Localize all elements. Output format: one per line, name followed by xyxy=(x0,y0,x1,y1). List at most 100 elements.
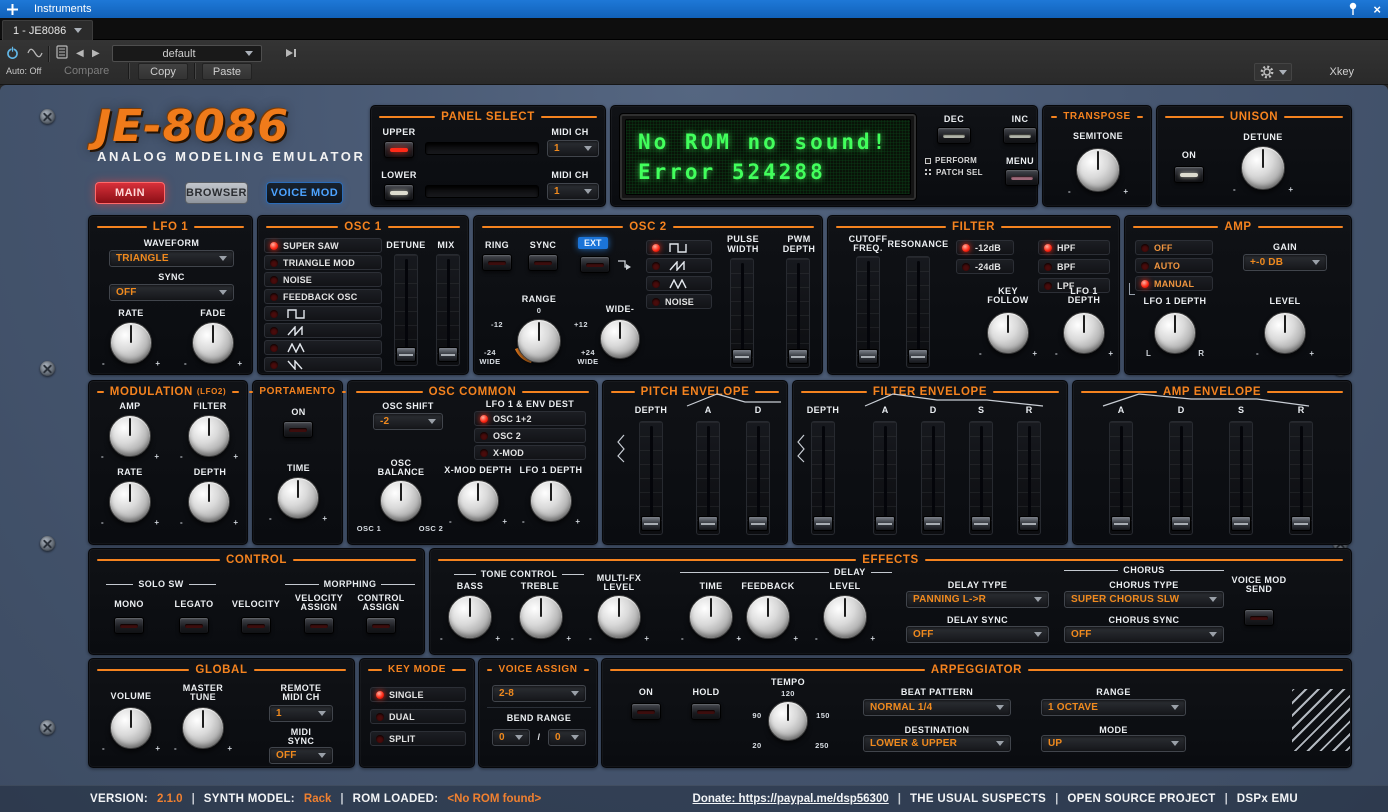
filter-bpf-option[interactable]: BPF xyxy=(1038,259,1110,274)
next-preset-button[interactable]: ▶ xyxy=(92,48,100,59)
amp-env-attack-fader[interactable] xyxy=(1109,421,1133,535)
filter-12db-option[interactable]: -12dB xyxy=(956,240,1014,255)
osc2-pulse-width-fader[interactable] xyxy=(730,258,754,368)
amp-env-release-fader[interactable] xyxy=(1289,421,1313,535)
arp-on-button[interactable] xyxy=(631,703,661,720)
legato-button[interactable] xyxy=(179,617,209,634)
instrument-tab[interactable]: 1 - JE8086 xyxy=(2,20,94,40)
settings-button[interactable] xyxy=(1254,63,1292,81)
amp-env-decay-fader[interactable] xyxy=(1169,421,1193,535)
beat-pattern-select[interactable]: NORMAL 1/4 xyxy=(863,699,1011,716)
filter-24db-option[interactable]: -24dB xyxy=(956,259,1014,274)
amp-auto-option[interactable]: AUTO xyxy=(1135,258,1213,273)
osc2-noise-option[interactable]: NOISE xyxy=(646,294,712,309)
osc1-detune-fader[interactable] xyxy=(394,254,418,366)
preset-file-icon[interactable] xyxy=(56,45,68,59)
filter-key-follow-knob[interactable]: - + xyxy=(979,312,1037,358)
compare-button[interactable]: Compare xyxy=(64,65,109,77)
osc1-ramp-wave-option[interactable] xyxy=(264,357,382,372)
bend-range-up-select[interactable]: 0 xyxy=(548,729,586,746)
preset-select[interactable]: default xyxy=(112,45,262,62)
xmod-depth-knob[interactable]: - + xyxy=(449,480,507,526)
osc2-saw-wave-option[interactable] xyxy=(646,258,712,273)
dest-osc2-option[interactable]: OSC 2 xyxy=(474,428,586,443)
arp-range-select[interactable]: 1 OCTAVE xyxy=(1041,699,1186,716)
lfo1-rate-knob[interactable]: - + xyxy=(102,322,160,368)
osc2-pwm-depth-fader[interactable] xyxy=(786,258,810,368)
control-assign-button[interactable] xyxy=(366,617,396,634)
patch-sel-mode-indicator[interactable]: PATCH SEL xyxy=(925,168,983,177)
bass-knob[interactable]: - + xyxy=(440,595,500,643)
osc-shift-select[interactable]: -2 xyxy=(373,413,443,430)
paste-button[interactable]: Paste xyxy=(202,63,252,80)
dest-xmod-option[interactable]: X-MOD xyxy=(474,445,586,460)
osc1-super-saw-option[interactable]: SUPER SAW xyxy=(264,238,382,253)
tab-browser[interactable]: BROWSER xyxy=(185,182,248,204)
pitch-env-attack-fader[interactable] xyxy=(696,421,720,535)
perform-mode-indicator[interactable]: PERFORM xyxy=(925,156,977,165)
voice-mod-send-button[interactable] xyxy=(1244,609,1274,626)
osc1-triangle-wave-option[interactable] xyxy=(264,340,382,355)
osc-balance-knob[interactable] xyxy=(380,480,422,522)
voice-assign-select[interactable]: 2-8 xyxy=(492,685,586,702)
arp-tempo-knob[interactable] xyxy=(768,701,808,741)
osc1-mix-fader[interactable] xyxy=(436,254,460,366)
transpose-semitone-knob[interactable]: - + xyxy=(1068,148,1128,196)
osc2-range-knob[interactable] xyxy=(517,319,561,363)
lower-midi-ch-select[interactable]: 1 xyxy=(547,183,599,200)
tab-voice-mod[interactable]: VOICE MOD xyxy=(266,182,343,204)
key-mode-dual-option[interactable]: DUAL xyxy=(370,709,466,724)
unison-on-button[interactable] xyxy=(1174,166,1204,183)
osc1-square-wave-option[interactable] xyxy=(264,306,382,321)
bend-range-down-select[interactable]: 0 xyxy=(492,729,530,746)
remote-midi-ch-select[interactable]: 1 xyxy=(269,705,333,722)
osc2-triangle-wave-option[interactable] xyxy=(646,276,712,291)
filter-env-release-fader[interactable] xyxy=(1017,421,1041,535)
amp-env-sustain-fader[interactable] xyxy=(1229,421,1253,535)
velocity-assign-button[interactable] xyxy=(304,617,334,634)
osc2-wide-knob[interactable] xyxy=(600,319,640,359)
mod-depth-knob[interactable]: - + xyxy=(180,481,238,527)
wave-icon[interactable] xyxy=(27,48,43,58)
prev-preset-button[interactable]: ◀ xyxy=(76,48,84,59)
midi-sync-select[interactable]: OFF xyxy=(269,747,333,764)
tab-main[interactable]: MAIN xyxy=(95,182,165,204)
delay-time-knob[interactable]: - + xyxy=(681,595,741,643)
ext-button[interactable] xyxy=(580,256,610,273)
chorus-type-select[interactable]: SUPER CHORUS SLW xyxy=(1064,591,1224,608)
amp-lfo1-depth-knob[interactable]: LR xyxy=(1146,312,1204,358)
filter-env-attack-fader[interactable] xyxy=(873,421,897,535)
portamento-time-knob[interactable]: - + xyxy=(269,477,327,523)
unison-detune-knob[interactable]: - + xyxy=(1233,146,1293,194)
lfo1-waveform-select[interactable]: TRIANGLE xyxy=(109,250,234,267)
delay-sync-select[interactable]: OFF xyxy=(906,626,1049,643)
upper-midi-ch-select[interactable]: 1 xyxy=(547,140,599,157)
filter-lfo1-depth-knob[interactable]: - + xyxy=(1055,312,1113,358)
skip-end-icon[interactable] xyxy=(284,47,298,59)
filter-env-depth-fader[interactable] xyxy=(811,421,835,535)
dest-osc12-option[interactable]: OSC 1+2 xyxy=(474,411,586,426)
arp-mode-select[interactable]: UP xyxy=(1041,735,1186,752)
lower-button[interactable] xyxy=(384,184,414,201)
osc2-square-wave-option[interactable] xyxy=(646,240,712,255)
osc1-triangle-mod-option[interactable]: TRIANGLE MOD xyxy=(264,255,382,270)
arp-hold-button[interactable] xyxy=(691,703,721,720)
copy-button[interactable]: Copy xyxy=(138,63,188,80)
portamento-on-button[interactable] xyxy=(283,421,313,438)
pin-icon[interactable] xyxy=(1348,2,1358,16)
filter-cutoff-fader[interactable] xyxy=(856,256,880,368)
lfo1-sync-select[interactable]: OFF xyxy=(109,284,234,301)
delay-feedback-knob[interactable]: - + xyxy=(738,595,798,643)
pitch-env-decay-fader[interactable] xyxy=(746,421,770,535)
delay-level-knob[interactable]: - + xyxy=(815,595,875,643)
mod-amp-knob[interactable]: - + xyxy=(101,415,159,461)
amp-level-knob[interactable]: - + xyxy=(1256,312,1314,358)
ring-button[interactable] xyxy=(482,254,512,271)
chorus-sync-select[interactable]: OFF xyxy=(1064,626,1224,643)
inc-button[interactable] xyxy=(1003,127,1037,144)
amp-manual-option[interactable]: MANUAL xyxy=(1135,276,1213,291)
menu-button[interactable] xyxy=(1005,169,1039,186)
dec-button[interactable] xyxy=(937,127,971,144)
key-mode-single-option[interactable]: SINGLE xyxy=(370,687,466,702)
upper-button[interactable] xyxy=(384,141,414,158)
